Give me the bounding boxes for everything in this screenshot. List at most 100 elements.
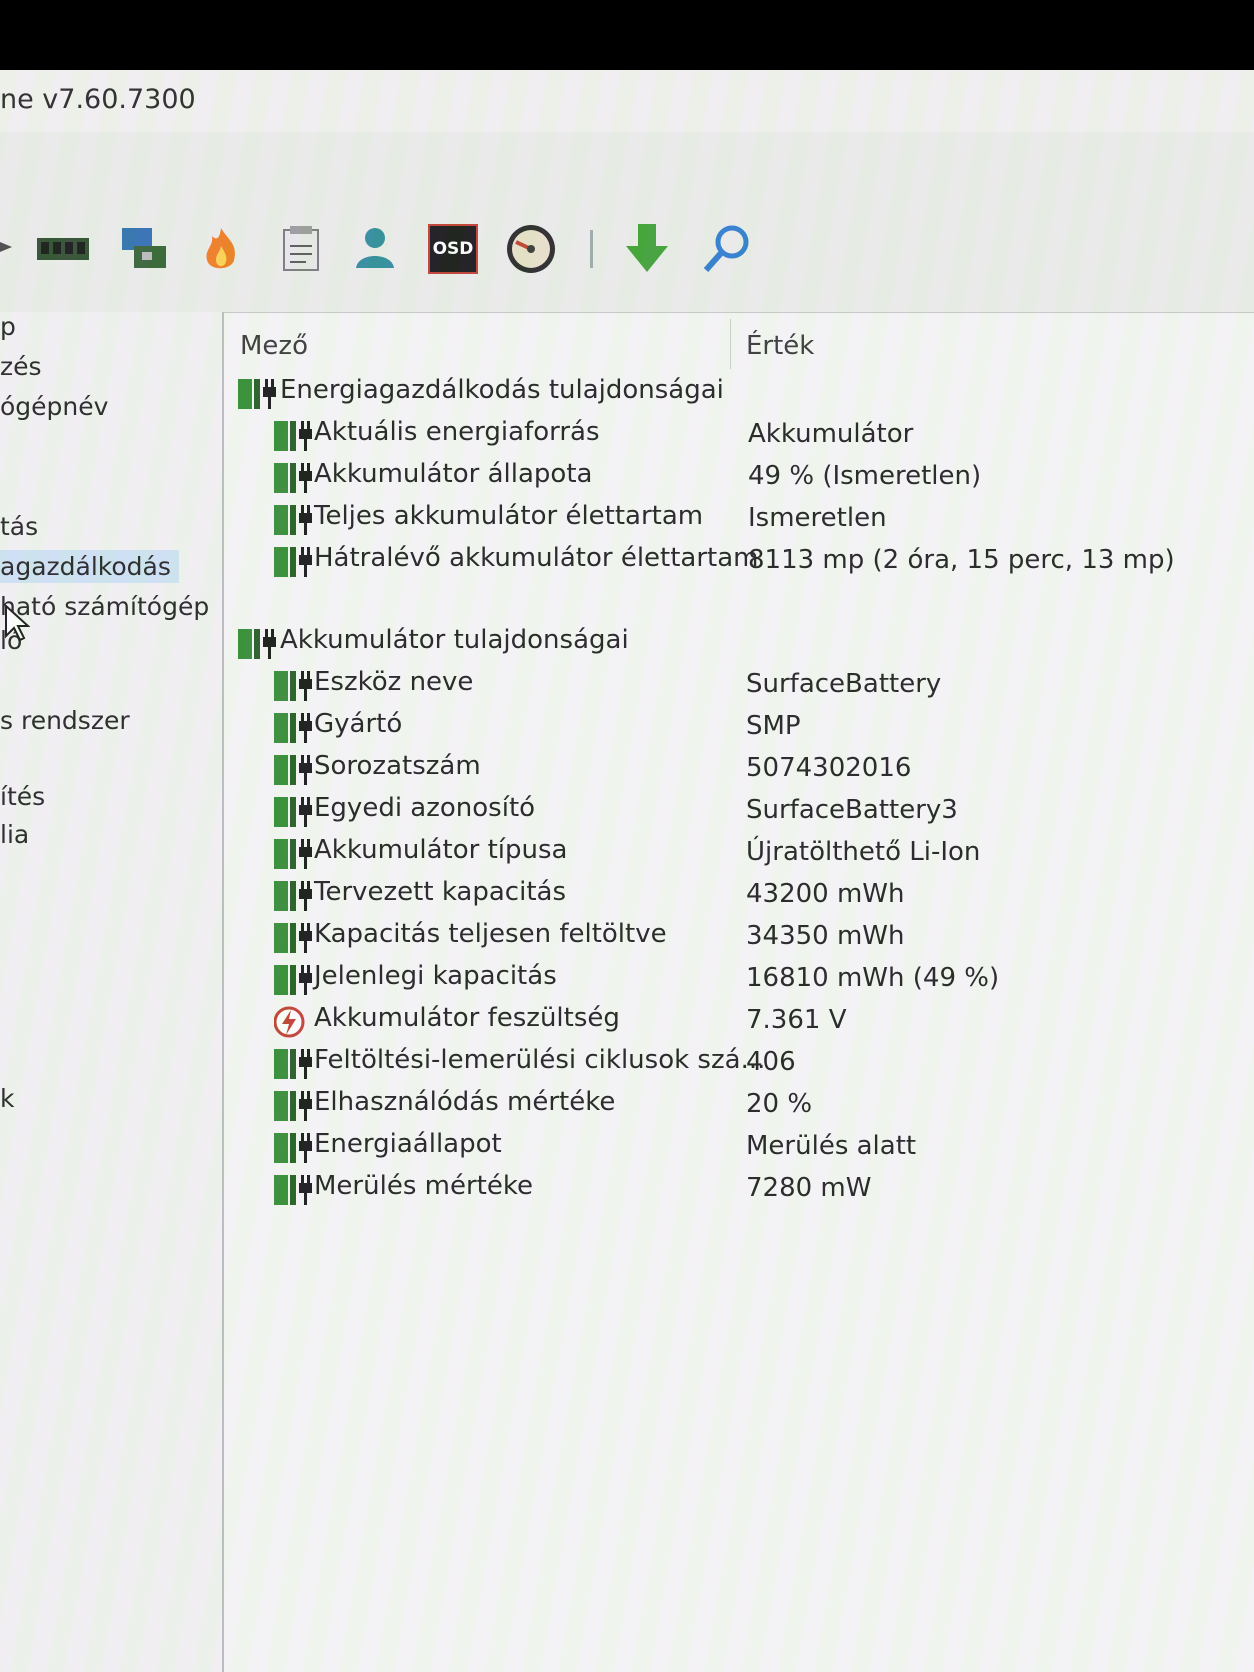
- field-value: SurfaceBattery3: [746, 795, 958, 825]
- column-header-value[interactable]: Érték: [746, 331, 814, 361]
- table-row[interactable]: Energiaállapot Merülés alatt: [274, 1127, 1244, 1167]
- battery-plug-icon: [274, 923, 312, 953]
- field-label: Feltöltési-lemerülési ciklusok szá...: [314, 1045, 766, 1075]
- field-value: 49 % (Ismeretlen): [748, 461, 982, 491]
- table-row[interactable]: Feltöltési-lemerülési ciklusok szá... 40…: [274, 1043, 1244, 1083]
- sidebar-item[interactable]: tás: [0, 512, 38, 541]
- field-value: 20 %: [746, 1089, 813, 1119]
- group-title: Energiagazdálkodás tulajdonságai: [280, 375, 724, 405]
- field-value: SMP: [746, 711, 801, 741]
- field-label: Merülés mértéke: [314, 1171, 533, 1201]
- battery-plug-icon: [274, 463, 312, 493]
- table-row[interactable]: Jelenlegi kapacitás 16810 mWh (49 %): [274, 959, 1244, 999]
- user-icon[interactable]: [350, 224, 400, 272]
- field-label: Jelenlegi kapacitás: [314, 961, 557, 991]
- table-row[interactable]: Elhasználódás mértéke 20 %: [274, 1085, 1244, 1125]
- field-value: 34350 mWh: [746, 921, 905, 951]
- download-icon[interactable]: [622, 222, 672, 276]
- field-label: Hátralévő akkumulátor élettartam: [314, 543, 759, 573]
- field-label: Kapacitás teljesen feltöltve: [314, 919, 667, 949]
- table-row[interactable]: Hátralévő akkumulátor élettartam 8113 mp…: [274, 541, 1244, 581]
- battery-plug-icon: [274, 1049, 312, 1079]
- sidebar-item[interactable]: ítés: [0, 782, 45, 811]
- column-header-field[interactable]: Mező: [240, 331, 308, 361]
- table-row[interactable]: Aktuális energiaforrás Akkumulátor: [274, 415, 1244, 455]
- motherboard-icon[interactable]: [120, 224, 170, 274]
- field-label: Eszköz neve: [314, 667, 474, 697]
- battery-plug-icon: [274, 505, 312, 535]
- window-title: ne v7.60.7300: [0, 84, 196, 115]
- sidebar-tree: p zés ógépnév tás agazdálkodás ható szám…: [0, 312, 224, 1672]
- sidebar-item[interactable]: ható számítógép: [0, 592, 209, 621]
- arrow-icon[interactable]: [0, 232, 14, 262]
- field-value: 7280 mW: [746, 1173, 872, 1203]
- table-row[interactable]: Akkumulátor feszültség 7.361 V: [274, 1001, 1244, 1041]
- app-screen: ne v7.60.7300 OSD p zés ógépnév tás agaz…: [0, 70, 1254, 1672]
- battery-plug-icon: [274, 421, 312, 451]
- sidebar-item[interactable]: zés: [0, 352, 42, 381]
- battery-plug-icon: [238, 629, 276, 659]
- battery-plug-icon: [274, 881, 312, 911]
- field-label: Akkumulátor típusa: [314, 835, 568, 865]
- table-row[interactable]: Kapacitás teljesen feltöltve 34350 mWh: [274, 917, 1244, 957]
- search-icon[interactable]: [700, 222, 754, 276]
- osd-icon[interactable]: OSD: [428, 224, 478, 274]
- sidebar-item[interactable]: ógépnév: [0, 392, 108, 421]
- table-row[interactable]: Sorozatszám 5074302016: [274, 749, 1244, 789]
- table-row[interactable]: Teljes akkumulátor élettartam Ismeretlen: [274, 499, 1244, 539]
- field-value: Akkumulátor: [748, 419, 914, 449]
- table-row[interactable]: Akkumulátor állapota 49 % (Ismeretlen): [274, 457, 1244, 497]
- toolbar: OSD: [0, 132, 1254, 312]
- field-value: Merülés alatt: [746, 1131, 917, 1161]
- group-title: Akkumulátor tulajdonságai: [280, 625, 629, 655]
- sidebar-item[interactable]: p: [0, 312, 16, 341]
- sidebar-item-selected[interactable]: agazdálkodás: [0, 550, 179, 583]
- sidebar-item[interactable]: lia: [0, 820, 29, 849]
- field-value: 7.361 V: [746, 1005, 847, 1035]
- battery-plug-icon: [274, 1133, 312, 1163]
- field-label: Elhasználódás mértéke: [314, 1087, 616, 1117]
- battery-plug-icon: [274, 671, 312, 701]
- table-row[interactable]: Eszköz neve SurfaceBattery: [274, 665, 1244, 705]
- battery-plug-icon: [274, 1091, 312, 1121]
- flame-icon[interactable]: [198, 224, 244, 274]
- field-value: 43200 mWh: [746, 879, 905, 909]
- title-bar: ne v7.60.7300: [0, 70, 1254, 132]
- sidebar-item[interactable]: k: [0, 1084, 14, 1113]
- table-row[interactable]: Egyedi azonosító SurfaceBattery3: [274, 791, 1244, 831]
- details-table: Mező Érték Energiagazdálkodás tulajdonsá…: [224, 312, 1254, 1672]
- field-value: Ismeretlen: [748, 503, 887, 533]
- field-value: 5074302016: [746, 753, 912, 783]
- field-label: Sorozatszám: [314, 751, 481, 781]
- gauge-icon[interactable]: [504, 222, 558, 276]
- sidebar-item[interactable]: s rendszer: [0, 706, 130, 735]
- column-separator[interactable]: [730, 319, 731, 369]
- battery-plug-icon: [274, 1175, 312, 1205]
- field-value: 8113 mp (2 óra, 15 perc, 13 mp): [748, 545, 1175, 575]
- memory-icon[interactable]: [36, 232, 90, 266]
- field-label: Teljes akkumulátor élettartam: [314, 501, 704, 531]
- field-label: Aktuális energiaforrás: [314, 417, 600, 447]
- field-label: Akkumulátor állapota: [314, 459, 593, 489]
- field-label: Akkumulátor feszültség: [314, 1003, 620, 1033]
- voltage-icon: [274, 1006, 305, 1038]
- table-row[interactable]: Tervezett kapacitás 43200 mWh: [274, 875, 1244, 915]
- mouse-cursor-icon: [5, 604, 30, 642]
- battery-plug-icon: [274, 797, 312, 827]
- field-value: 16810 mWh (49 %): [746, 963, 1000, 993]
- table-row[interactable]: Gyártó SMP: [274, 707, 1244, 747]
- group-header-power[interactable]: Energiagazdálkodás tulajdonságai: [238, 373, 1238, 413]
- group-header-battery[interactable]: Akkumulátor tulajdonságai: [238, 623, 1238, 663]
- battery-plug-icon: [274, 547, 312, 577]
- battery-plug-icon: [274, 713, 312, 743]
- report-icon[interactable]: [276, 224, 326, 274]
- battery-plug-icon: [274, 755, 312, 785]
- field-value: 406: [746, 1047, 796, 1077]
- battery-plug-icon: [274, 965, 312, 995]
- field-label: Egyedi azonosító: [314, 793, 536, 823]
- table-row[interactable]: Merülés mértéke 7280 mW: [274, 1169, 1244, 1209]
- table-row[interactable]: Akkumulátor típusa Újratölthető Li-Ion: [274, 833, 1244, 873]
- toolbar-separator: [590, 230, 593, 268]
- field-label: Gyártó: [314, 709, 403, 739]
- battery-plug-icon: [238, 379, 276, 409]
